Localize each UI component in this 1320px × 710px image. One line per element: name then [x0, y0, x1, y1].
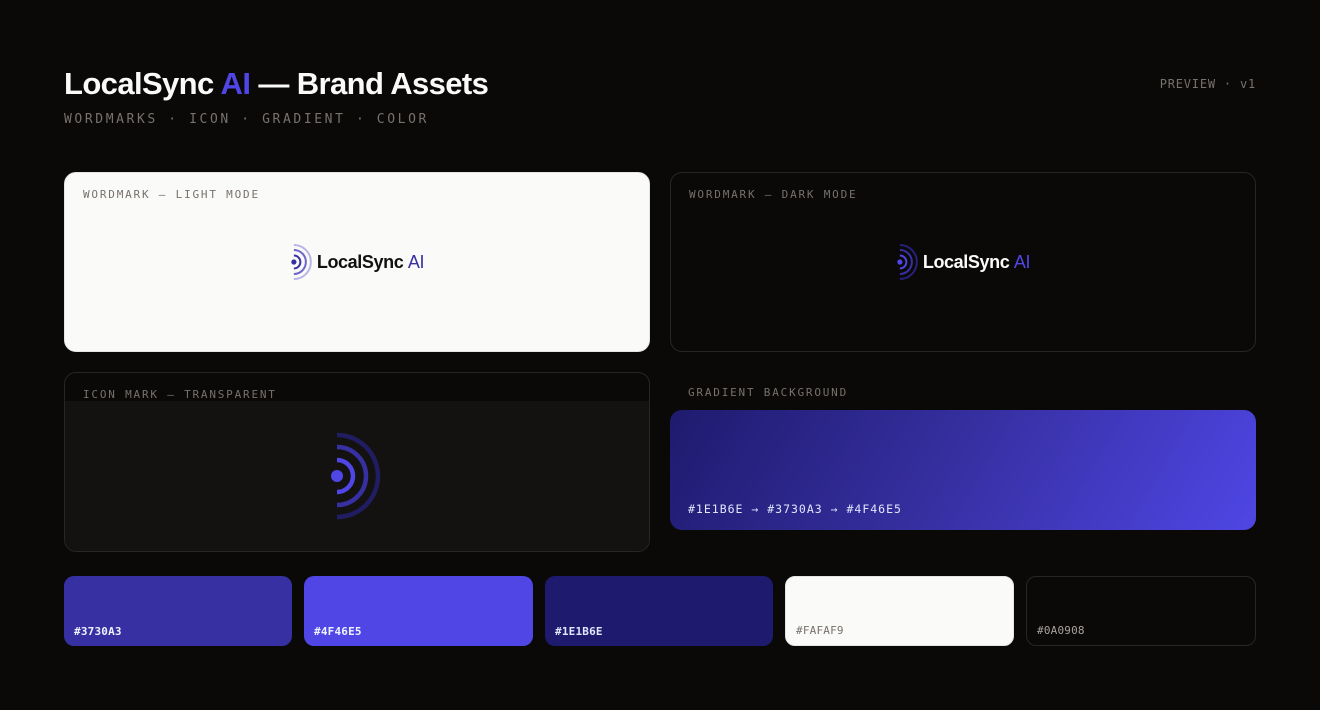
wordmark-dark-card: WORDMARK — DARK MODE LocalSync AI: [670, 172, 1256, 352]
gradient-caption: #1E1B6E → #3730A3 → #4F46E5: [688, 502, 902, 516]
swatch-label: #FAFAF9: [796, 624, 844, 637]
swatch-primary: #3730A3: [64, 576, 292, 646]
page-subtitle: WORDMARKS · ICON · GRADIENT · COLOR: [64, 112, 429, 127]
wordmark-dark: LocalSync AI: [896, 244, 1031, 280]
icon-mark-card: ICON MARK — TRANSPARENT: [64, 372, 650, 552]
card-label: ICON MARK — TRANSPARENT: [83, 388, 277, 401]
title-accent: AI: [220, 66, 251, 101]
swatch-deep: #1E1B6E: [545, 576, 773, 646]
wordmark-text: LocalSync AI: [316, 251, 425, 273]
title-rest: — Brand Assets: [250, 66, 489, 101]
wordmark-ai: AI: [1013, 251, 1031, 272]
swatch-label: #4F46E5: [314, 625, 362, 638]
swatch-dark: #0A0908: [1026, 576, 1256, 646]
icon-preview-area: [65, 401, 649, 551]
signal-icon: [291, 244, 312, 280]
card-label: WORDMARK — DARK MODE: [689, 188, 858, 201]
wordmark-light: LocalSync AI: [290, 244, 425, 280]
swatch-label: #3730A3: [74, 625, 122, 638]
brand-assets-page: LocalSync AI — Brand Assets WORDMARKS · …: [0, 0, 1320, 710]
gradient-label: GRADIENT BACKGROUND: [688, 386, 849, 399]
wordmark-light-card: WORDMARK — LIGHT MODE LocalSync AI: [64, 172, 650, 352]
wordmark-ai: AI: [407, 251, 425, 272]
swatch-light: #FAFAF9: [785, 576, 1014, 646]
signal-icon: [897, 244, 918, 280]
wordmark-brand: LocalSync: [316, 251, 404, 272]
signal-icon: [331, 432, 381, 520]
swatch-label: #1E1B6E: [555, 625, 603, 638]
title-brand: LocalSync: [64, 66, 221, 101]
gradient-card: #1E1B6E → #3730A3 → #4F46E5: [670, 410, 1256, 530]
swatch-accent: #4F46E5: [304, 576, 533, 646]
wordmark-brand: LocalSync: [922, 251, 1010, 272]
card-label: WORDMARK — LIGHT MODE: [83, 188, 260, 201]
wordmark-text: LocalSync AI: [922, 251, 1031, 273]
page-title: LocalSync AI — Brand Assets: [64, 64, 489, 104]
preview-tag: PREVIEW · v1: [1159, 77, 1256, 91]
swatch-label: #0A0908: [1037, 624, 1085, 637]
